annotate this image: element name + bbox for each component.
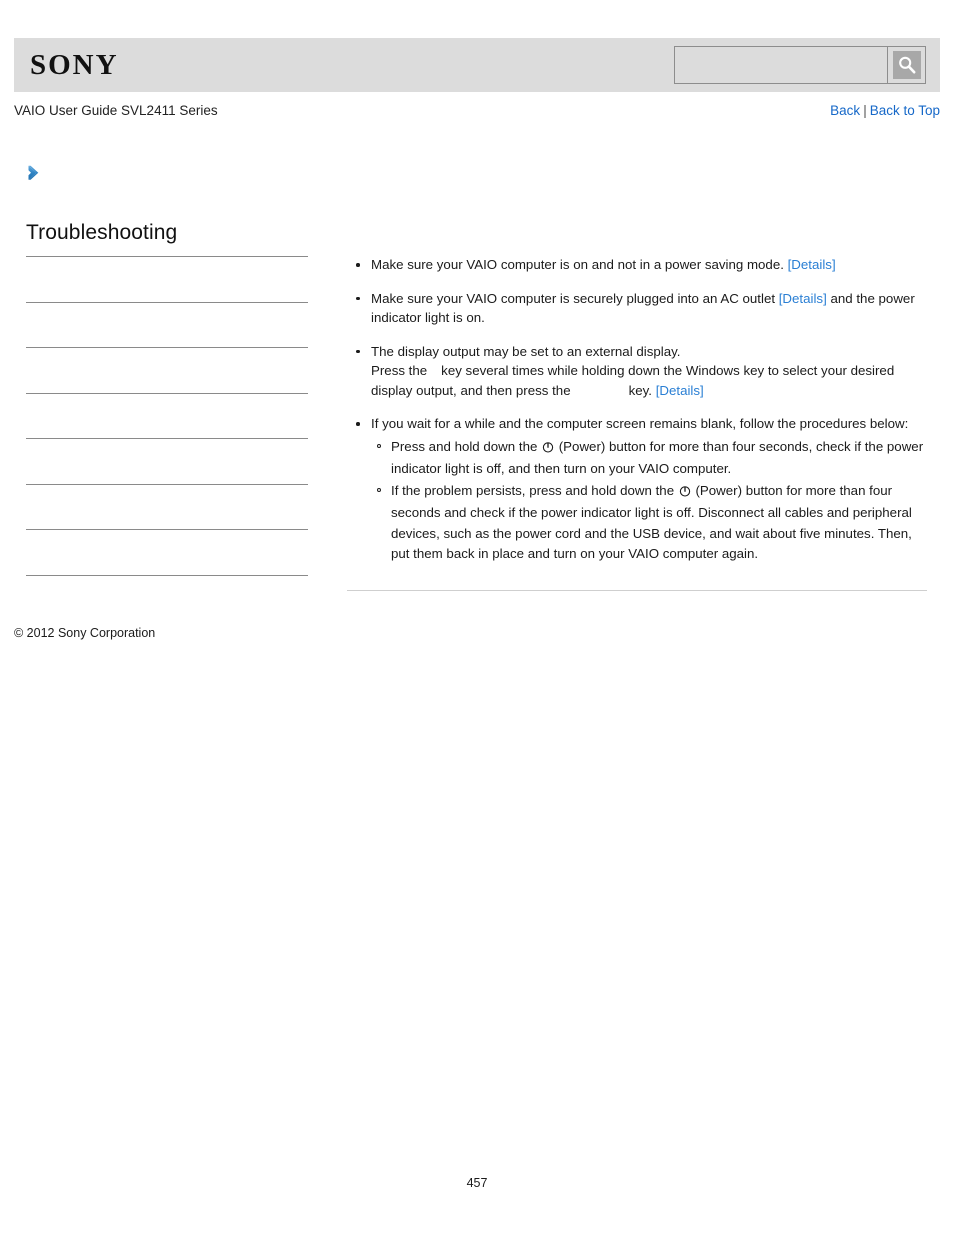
bullet-display-output: The display output may be set to an exte…	[347, 342, 927, 401]
sidebar-item[interactable]	[26, 485, 308, 530]
bullet-line-2c: key.	[628, 382, 656, 398]
power-icon	[679, 483, 691, 504]
nav-separator: |	[863, 103, 867, 118]
blank-screen-sub-list: Press and hold down the (Power) button f…	[371, 437, 927, 565]
details-link[interactable]: [Details]	[656, 383, 704, 398]
back-to-top-link[interactable]: Back to Top	[870, 103, 940, 118]
sub-header: VAIO User Guide SVL2411 Series Back | Back…	[14, 100, 940, 122]
sony-logo: SONY	[30, 49, 119, 81]
sidebar-item[interactable]	[26, 303, 308, 348]
sub-bullet-text-part-1: Press and hold down the	[391, 438, 542, 454]
sidebar: Troubleshooting	[26, 220, 308, 576]
bullet-line-2a: Press the	[371, 363, 428, 378]
sub-bullet-problem-persists: If the problem persists, press and hold …	[371, 481, 927, 565]
search-button[interactable]	[887, 47, 925, 83]
chevron-right-icon	[24, 163, 44, 183]
sub-bullet-hold-power: Press and hold down the (Power) button f…	[371, 437, 927, 480]
search-input[interactable]	[675, 47, 887, 83]
page-number: 457	[466, 1176, 488, 1190]
sidebar-nav-list	[26, 256, 308, 576]
bullet-power-saving: Make sure your VAIO computer is on and n…	[347, 255, 927, 275]
sidebar-item[interactable]	[26, 348, 308, 394]
troubleshooting-bullet-list: Make sure your VAIO computer is on and n…	[347, 255, 927, 565]
search-icon	[892, 51, 921, 79]
sidebar-item[interactable]	[26, 394, 308, 439]
copyright-text: © 2012 Sony Corporation	[14, 626, 156, 640]
back-link[interactable]: Back	[830, 103, 860, 118]
bullet-text: Make sure your VAIO computer is on and n…	[371, 257, 788, 272]
search-box	[674, 46, 926, 84]
header-nav: Back | Back to Top	[830, 100, 940, 122]
bullet-ac-outlet: Make sure your VAIO computer is securely…	[347, 289, 927, 328]
details-link[interactable]: [Details]	[779, 291, 827, 306]
bullet-line-1: The display output may be set to an exte…	[371, 343, 681, 359]
site-header: SONY	[14, 38, 940, 92]
bullet-text: If you wait for a while and the computer…	[371, 416, 909, 431]
bullet-blank-screen: If you wait for a while and the computer…	[347, 414, 927, 565]
power-icon	[542, 439, 554, 460]
content-bottom-divider	[347, 590, 927, 591]
main-content: Make sure your VAIO computer is on and n…	[347, 255, 927, 579]
guide-title: VAIO User Guide SVL2411 Series	[14, 103, 218, 118]
sidebar-item[interactable]	[26, 257, 308, 303]
bullet-text: Make sure your VAIO computer is securely…	[371, 290, 779, 306]
sidebar-item[interactable]	[26, 439, 308, 485]
sub-bullet-text-part-1: If the problem persists, press and hold …	[391, 482, 678, 498]
sidebar-item[interactable]	[26, 530, 308, 576]
details-link[interactable]: [Details]	[788, 257, 836, 272]
page-title: Troubleshooting	[26, 221, 178, 244]
